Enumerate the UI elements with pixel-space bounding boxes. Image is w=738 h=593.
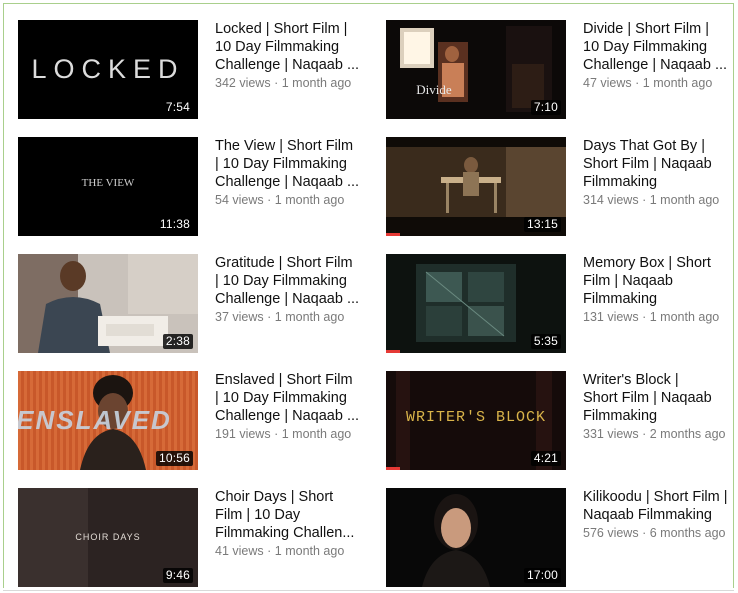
upload-age: 2 months ago: [649, 427, 726, 441]
separator: ·: [642, 526, 647, 540]
video-card[interactable]: CHOIR DAYS 9:46 Choir Days | Short Film …: [18, 488, 378, 588]
video-duration: 11:38: [156, 217, 193, 232]
video-thumbnail[interactable]: ENSLAVED 10:56: [18, 371, 198, 470]
upload-age: 1 month ago: [281, 427, 352, 441]
video-duration: 2:38: [162, 334, 193, 349]
video-stats: 331 views · 2 months ago: [583, 426, 738, 442]
view-count: 331 views: [583, 427, 639, 441]
video-stats: 131 views · 1 month ago: [583, 309, 738, 325]
video-duration: 4:21: [530, 451, 561, 466]
video-title[interactable]: Enslaved | Short Film | 10 Day Filmmakin…: [215, 371, 375, 425]
video-title[interactable]: Days That Got By | Short Film | Naqaab F…: [583, 137, 738, 191]
watch-progress-bar: [386, 467, 401, 470]
watch-progress-bar: [386, 350, 401, 353]
upload-age: 6 months ago: [649, 526, 726, 540]
video-title[interactable]: Choir Days | Short Film | 10 Day Filmmak…: [215, 488, 375, 542]
video-card[interactable]: 13:15 Days That Got By | Short Film | Na…: [386, 137, 738, 237]
video-title[interactable]: The View | Short Film | 10 Day Filmmakin…: [215, 137, 375, 191]
separator: ·: [267, 310, 272, 324]
video-thumbnail[interactable]: 5:35: [386, 254, 566, 353]
video-stats: 37 views · 1 month ago: [215, 309, 375, 325]
video-card[interactable]: 17:00 Kilikoodu | Short Film | Naqaab Fi…: [386, 488, 738, 588]
separator: ·: [642, 427, 647, 441]
separator: ·: [642, 310, 647, 324]
video-stats: 314 views · 1 month ago: [583, 192, 738, 208]
separator: ·: [267, 544, 272, 558]
video-card[interactable]: 2:38 Gratitude | Short Film | 10 Day Fil…: [18, 254, 378, 354]
upload-age: 1 month ago: [281, 76, 352, 90]
thumbnail-title-text: CHOIR DAYS: [75, 532, 141, 542]
video-title[interactable]: Writer's Block | Short Film | Naqaab Fil…: [583, 371, 738, 425]
video-thumbnail[interactable]: CHOIR DAYS 9:46: [18, 488, 198, 587]
video-card[interactable]: ENSLAVED 10:56 Enslaved | Short Film | 1…: [18, 371, 378, 471]
video-thumbnail[interactable]: 13:15: [386, 137, 566, 236]
video-card[interactable]: THE VIEW 11:38 The View | Short Film | 1…: [18, 137, 378, 237]
thumbnail-title-text: THE VIEW: [81, 177, 135, 189]
video-duration: 10:56: [155, 451, 193, 466]
watch-progress-bar: [386, 233, 401, 236]
view-count: 314 views: [583, 193, 639, 207]
video-thumbnail[interactable]: Divide 7:10: [386, 20, 566, 119]
view-count: 131 views: [583, 310, 639, 324]
video-stats: 47 views · 1 month ago: [583, 75, 738, 91]
video-title[interactable]: Locked | Short Film | 10 Day Filmmaking …: [215, 20, 375, 74]
upload-age: 1 month ago: [649, 193, 720, 207]
separator: ·: [642, 193, 647, 207]
upload-age: 1 month ago: [642, 76, 713, 90]
upload-age: 1 month ago: [274, 544, 345, 558]
separator: ·: [635, 76, 640, 90]
separator: ·: [274, 427, 279, 441]
video-duration: 5:35: [530, 334, 561, 349]
video-stats: 191 views · 1 month ago: [215, 426, 375, 442]
video-thumbnail[interactable]: WRITER'S BLOCK 4:21: [386, 371, 566, 470]
view-count: 191 views: [215, 427, 271, 441]
thumbnail-title-text: LOCKED: [31, 54, 185, 84]
upload-age: 1 month ago: [649, 310, 720, 324]
video-card[interactable]: WRITER'S BLOCK 4:21 Writer's Block | Sho…: [386, 371, 738, 471]
view-count: 342 views: [215, 76, 271, 90]
thumbnail-title-text: ENSLAVED: [18, 405, 172, 435]
video-stats: 576 views · 6 months ago: [583, 525, 738, 541]
video-thumbnail[interactable]: THE VIEW 11:38: [18, 137, 198, 236]
video-duration: 13:15: [523, 217, 561, 232]
thumbnail-title-text: WRITER'S BLOCK: [405, 409, 547, 426]
view-count: 54 views: [215, 193, 264, 207]
video-card[interactable]: Divide 7:10 Divide | Short Film | 10 Day…: [386, 20, 738, 120]
video-title[interactable]: Divide | Short Film | 10 Day Filmmaking …: [583, 20, 738, 74]
thumbnail-title-text: Divide: [416, 82, 452, 97]
video-duration: 9:46: [162, 568, 193, 583]
video-card[interactable]: 5:35 Memory Box | Short Film | Naqaab Fi…: [386, 254, 738, 354]
video-stats: 41 views · 1 month ago: [215, 543, 375, 559]
view-count: 47 views: [583, 76, 632, 90]
video-duration: 7:54: [162, 100, 193, 115]
video-stats: 54 views · 1 month ago: [215, 192, 375, 208]
divider: [3, 590, 734, 591]
upload-age: 1 month ago: [274, 310, 345, 324]
video-title[interactable]: Memory Box | Short Film | Naqaab Filmmak…: [583, 254, 738, 308]
video-card[interactable]: LOCKED 7:54 Locked | Short Film | 10 Day…: [18, 20, 378, 120]
upload-age: 1 month ago: [274, 193, 345, 207]
video-title[interactable]: Kilikoodu | Short Film | Naqaab Filmmaki…: [583, 488, 738, 524]
video-duration: 17:00: [523, 568, 561, 583]
separator: ·: [267, 193, 272, 207]
view-count: 37 views: [215, 310, 264, 324]
view-count: 41 views: [215, 544, 264, 558]
video-duration: 7:10: [530, 100, 561, 115]
video-thumbnail[interactable]: 2:38: [18, 254, 198, 353]
video-thumbnail[interactable]: 17:00: [386, 488, 566, 587]
video-thumbnail[interactable]: LOCKED 7:54: [18, 20, 198, 119]
separator: ·: [274, 76, 279, 90]
video-title[interactable]: Gratitude | Short Film | 10 Day Filmmaki…: [215, 254, 375, 308]
video-stats: 342 views · 1 month ago: [215, 75, 375, 91]
view-count: 576 views: [583, 526, 639, 540]
